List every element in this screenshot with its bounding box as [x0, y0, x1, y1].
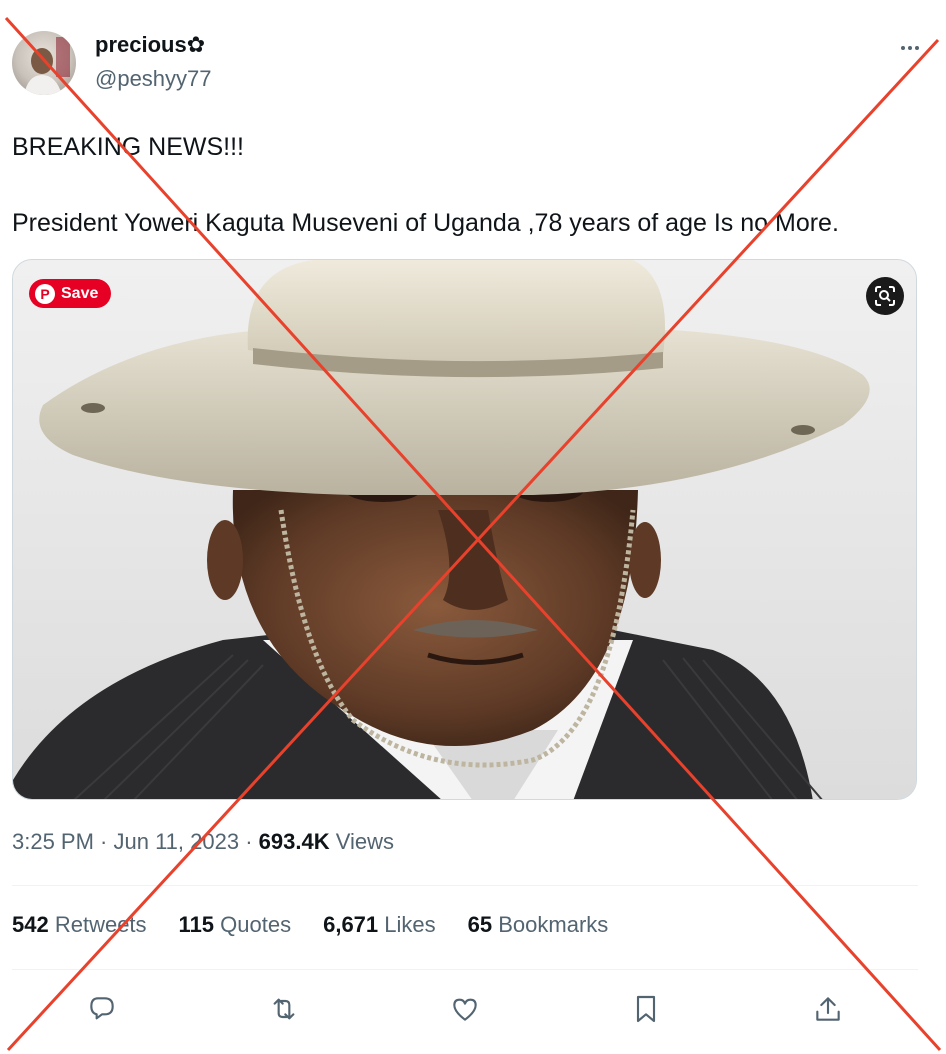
more-dot-icon — [915, 46, 919, 50]
lens-icon — [875, 286, 895, 306]
likes-count: 6,671 — [323, 912, 379, 937]
share-button[interactable] — [810, 991, 846, 1027]
pinterest-save-button[interactable]: P Save — [29, 279, 112, 308]
bookmarks-label: Bookmarks — [492, 912, 609, 937]
portrait-photo — [13, 260, 916, 799]
meta-separator: · — [93, 829, 114, 854]
meta-separator: · — [239, 829, 259, 854]
views-count: 693.4K — [258, 829, 330, 854]
tweet-text: BREAKING NEWS!!! President Yoweri Kaguta… — [12, 133, 839, 237]
tweet-date[interactable]: Jun 11, 2023 — [114, 829, 240, 854]
author-handle[interactable]: @peshyy77 — [95, 66, 212, 92]
more-dot-icon — [901, 46, 905, 50]
retweets-label: Retweets — [48, 912, 147, 937]
tweet-actions — [0, 985, 946, 1033]
views-label: Views — [329, 829, 395, 854]
quotes-count: 115 — [178, 912, 215, 937]
avatar[interactable] — [12, 31, 76, 95]
retweets-count: 542 — [12, 912, 49, 937]
share-icon — [816, 997, 840, 1021]
bookmark-button[interactable] — [628, 991, 664, 1027]
like-button[interactable] — [447, 991, 483, 1027]
bookmarks-count: 65 — [467, 912, 493, 937]
tweet-media-image[interactable] — [12, 259, 917, 800]
quotes-label: Quotes — [214, 912, 292, 937]
more-options-button[interactable] — [896, 36, 924, 60]
author-display-name[interactable]: precious✿ — [95, 32, 205, 58]
likes-stat[interactable]: 6,671 Likes — [323, 912, 436, 938]
lens-search-button[interactable] — [866, 277, 904, 315]
tweet-meta: 3:25 PM · Jun 11, 2023 · 693.4K Views — [12, 829, 394, 855]
avatar-image — [24, 37, 70, 95]
bookmark-icon — [636, 995, 656, 1023]
retweet-button[interactable] — [266, 991, 302, 1027]
like-icon — [453, 998, 477, 1021]
reply-button[interactable] — [84, 991, 120, 1027]
engagement-stats: 542 Retweets 115 Quotes 6,671 Likes 65 B… — [12, 912, 640, 938]
divider — [12, 969, 918, 970]
bookmarks-stat[interactable]: 65 Bookmarks — [468, 912, 609, 938]
save-label: Save — [61, 284, 99, 302]
likes-label: Likes — [378, 912, 436, 937]
tweet-time[interactable]: 3:25 PM — [12, 829, 94, 854]
retweet-icon — [273, 998, 295, 1020]
more-dot-icon — [908, 46, 912, 50]
reply-icon — [90, 997, 114, 1020]
quotes-stat[interactable]: 115 Quotes — [179, 912, 292, 938]
retweets-stat[interactable]: 542 Retweets — [12, 912, 147, 938]
pinterest-icon: P — [35, 283, 55, 304]
divider — [12, 885, 918, 886]
